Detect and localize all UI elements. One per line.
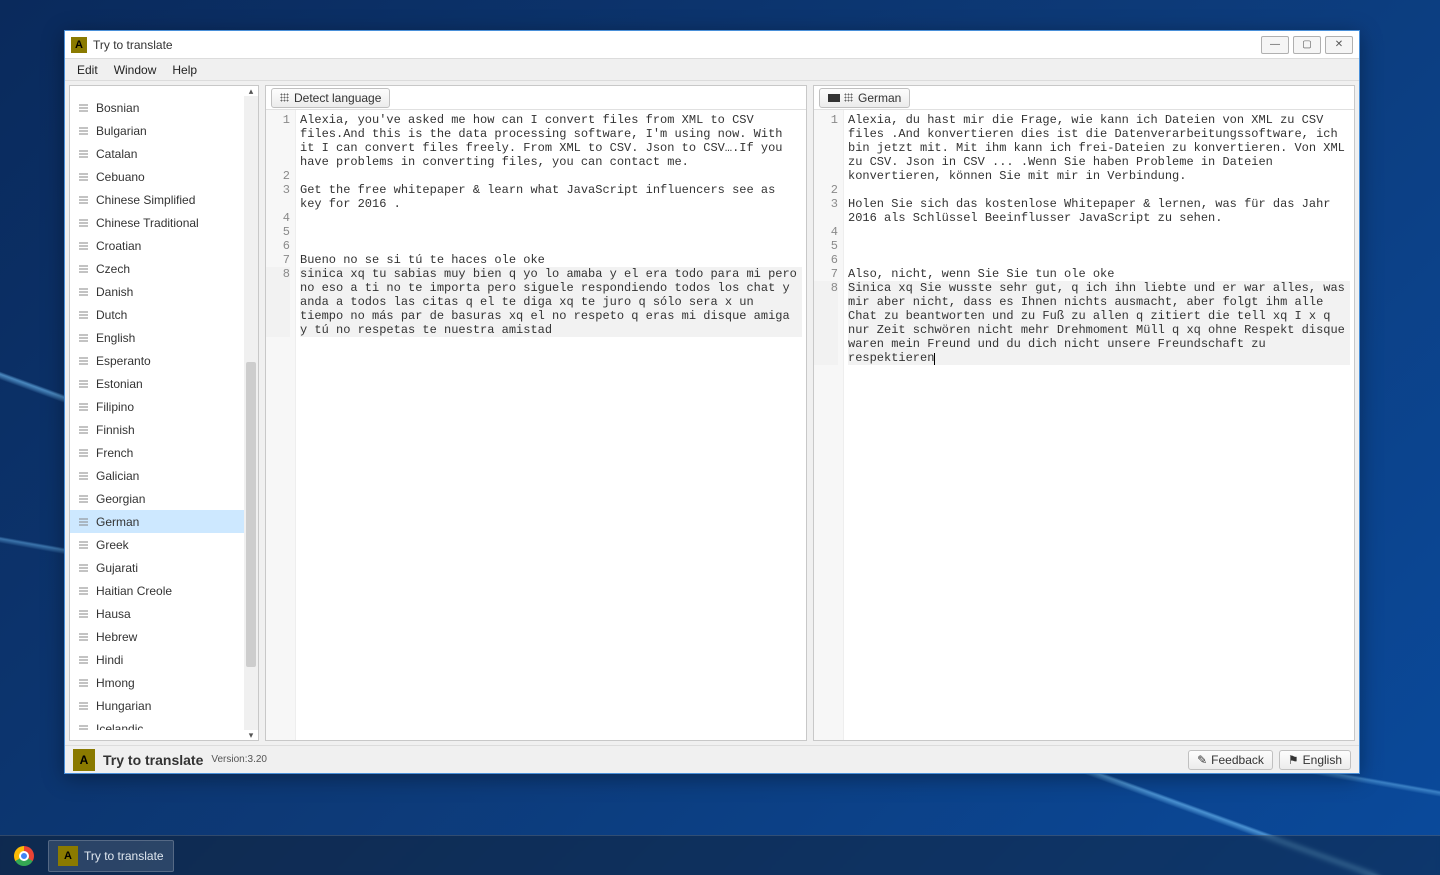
language-item[interactable]: Haitian Creole [70,579,258,602]
language-item[interactable]: Gujarati [70,556,258,579]
source-editor[interactable]: 12345678 Alexia, you've asked me how can… [266,110,806,740]
app-icon: A [71,37,87,53]
lang-scroll-down[interactable]: ▾ [244,730,258,740]
code-line [300,169,802,183]
language-item[interactable]: Filipino [70,395,258,418]
lang-scrollbar[interactable] [244,96,258,730]
ui-language-button[interactable]: ⚑ English [1279,750,1351,770]
code-line: Sinica xq Sie wusste sehr gut, q ich ihn… [848,281,1350,365]
detect-language-label: Detect language [294,91,381,105]
language-item[interactable]: Hungarian [70,694,258,717]
code-line [848,239,1350,253]
chrome-icon [14,846,34,866]
code-line: Bueno no se si tú te haces ole oke [300,253,802,267]
taskbar[interactable]: A Try to translate [0,835,1440,875]
code-line [300,225,802,239]
target-language-button[interactable]: German [819,88,910,108]
code-line: Alexia, du hast mir die Frage, wie kann … [848,113,1350,183]
language-item[interactable]: Cebuano [70,165,258,188]
menu-help[interactable]: Help [164,61,205,79]
language-item[interactable]: Bulgarian [70,119,258,142]
close-button[interactable]: ✕ [1325,36,1353,54]
window-title: Try to translate [93,38,173,52]
language-item[interactable]: Finnish [70,418,258,441]
code-line [848,225,1350,239]
app-window: A Try to translate — ▢ ✕ Edit Window Hel… [64,30,1360,774]
taskbar-app[interactable]: A Try to translate [48,840,174,872]
grip-icon [280,93,289,102]
status-app-icon: A [73,749,95,771]
code-line: Also, nicht, wenn Sie Sie tun ole oke [848,267,1350,281]
code-line: Get the free whitepaper & learn what Jav… [300,183,802,211]
language-list[interactable]: ▴ BosnianBulgarianCatalanCebuanoChinese … [69,85,259,741]
minimize-button[interactable]: — [1261,36,1289,54]
language-item[interactable]: Dutch [70,303,258,326]
language-item[interactable]: Icelandic [70,717,258,730]
language-item[interactable]: Georgian [70,487,258,510]
menu-edit[interactable]: Edit [69,61,106,79]
language-item[interactable]: Bosnian [70,96,258,119]
detect-language-button[interactable]: Detect language [271,88,390,108]
language-item[interactable]: Hindi [70,648,258,671]
language-item[interactable]: English [70,326,258,349]
status-title: Try to translate [103,752,203,768]
language-item[interactable]: Hebrew [70,625,258,648]
code-line: Alexia, you've asked me how can I conver… [300,113,802,169]
language-item[interactable]: Catalan [70,142,258,165]
lang-scroll-up[interactable]: ▴ [244,86,258,96]
pencil-icon: ✎ [1197,753,1207,767]
language-item[interactable]: Greek [70,533,258,556]
feedback-button[interactable]: ✎ Feedback [1188,750,1273,770]
flag-icon: ⚑ [1288,753,1299,767]
language-item[interactable]: Galician [70,464,258,487]
language-item[interactable]: Chinese Traditional [70,211,258,234]
taskbar-app-icon: A [58,846,78,866]
code-line: Holen Sie sich das kostenlose Whitepaper… [848,197,1350,225]
statusbar: A Try to translate Version:3.20 ✎ Feedba… [65,745,1359,773]
language-item[interactable]: Croatian [70,234,258,257]
language-item[interactable]: Hmong [70,671,258,694]
language-item[interactable]: Danish [70,280,258,303]
status-version: Version:3.20 [211,754,267,765]
grip-icon [844,93,853,102]
menubar: Edit Window Help [65,59,1359,81]
language-item[interactable]: Esperanto [70,349,258,372]
language-item[interactable]: Estonian [70,372,258,395]
language-item[interactable]: Czech [70,257,258,280]
language-item[interactable]: Hausa [70,602,258,625]
target-editor[interactable]: 12345678 Alexia, du hast mir die Frage, … [814,110,1354,740]
target-pane: German 12345678 Alexia, du hast mir die … [813,85,1355,741]
maximize-button[interactable]: ▢ [1293,36,1321,54]
code-line [848,253,1350,267]
feedback-label: Feedback [1211,753,1264,767]
source-pane: Detect language 12345678 Alexia, you've … [265,85,807,741]
code-line [300,211,802,225]
code-line: sinica xq tu sabias muy bien q yo lo ama… [300,267,802,337]
ui-language-label: English [1303,753,1342,767]
code-line [848,183,1350,197]
code-line [300,239,802,253]
taskbar-app-label: Try to translate [84,849,164,863]
language-item[interactable]: French [70,441,258,464]
taskbar-chrome[interactable] [4,840,44,872]
language-item[interactable]: Chinese Simplified [70,188,258,211]
target-language-label: German [858,91,901,105]
titlebar[interactable]: A Try to translate — ▢ ✕ [65,31,1359,59]
menu-window[interactable]: Window [106,61,165,79]
language-item[interactable]: German [70,510,258,533]
